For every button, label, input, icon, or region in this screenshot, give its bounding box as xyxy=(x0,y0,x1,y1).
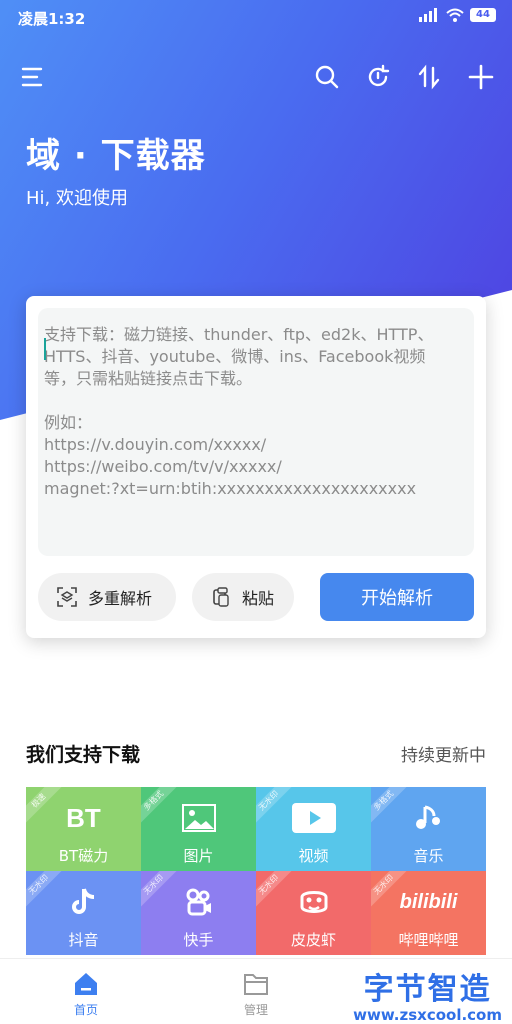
tile-label: 哔哩哔哩 xyxy=(398,931,459,949)
app-title: 域 · 下载器 xyxy=(26,136,206,176)
tile-bilibili[interactable]: 无水印 bilibili 哔哩哔哩 xyxy=(371,871,486,955)
search-icon[interactable] xyxy=(310,60,344,94)
sort-icon[interactable] xyxy=(412,60,446,94)
multi-parse-label: 多重解析 xyxy=(88,589,153,608)
placeholder-line: magnet:?xt=urn:btih:xxxxxxxxxxxxxxxxxxxx… xyxy=(44,479,417,498)
tab-manage[interactable]: 管理 xyxy=(206,969,306,1018)
scan-layers-icon xyxy=(56,586,78,608)
text-caret xyxy=(44,338,46,360)
video-icon xyxy=(256,801,371,835)
tile-image[interactable]: 多格式 图片 xyxy=(141,787,256,871)
paste-label: 粘贴 xyxy=(242,589,275,608)
tile-label: 视频 xyxy=(298,847,329,865)
link-input-card: 支持下载：磁力链接、thunder、ftp、ed2k、HTTP、 HTTS、抖音… xyxy=(26,296,486,638)
tile-label: BT磁力 xyxy=(58,847,109,865)
section-note: 持续更新中 xyxy=(401,746,486,766)
bilibili-glyph: bilibili xyxy=(399,890,458,913)
tile-douyin[interactable]: 无水印 抖音 xyxy=(26,871,141,955)
folder-icon xyxy=(206,969,306,999)
bt-icon: BT xyxy=(26,801,141,835)
music-icon xyxy=(371,801,486,835)
app-subtitle: Hi, 欢迎使用 xyxy=(26,188,128,209)
placeholder-line xyxy=(44,390,466,412)
tab-manage-label: 管理 xyxy=(243,1003,268,1017)
tab-home[interactable]: 首页 xyxy=(36,969,136,1018)
multi-parse-button[interactable]: 多重解析 xyxy=(38,573,176,621)
tile-video[interactable]: 无水印 视频 xyxy=(256,787,371,871)
bilibili-icon: bilibili xyxy=(371,885,486,919)
tile-label: 图片 xyxy=(183,847,214,865)
tile-music[interactable]: 多格式 音乐 xyxy=(371,787,486,871)
watermark-url: www.zsxcool.com xyxy=(353,1006,502,1024)
add-icon[interactable] xyxy=(464,60,498,94)
tab-home-label: 首页 xyxy=(73,1003,98,1017)
kuaishou-icon xyxy=(141,885,256,919)
signal-icon xyxy=(419,8,437,22)
status-icons: 44 xyxy=(418,8,496,22)
placeholder-line: 例如： xyxy=(44,413,93,432)
clipboard-icon xyxy=(210,586,232,608)
pipixia-icon xyxy=(256,885,371,919)
paste-button[interactable]: 粘贴 xyxy=(192,573,294,621)
battery-icon: 44 xyxy=(470,8,496,22)
image-icon xyxy=(141,801,256,835)
watermark-text: 字节智造 xyxy=(363,972,492,1007)
menu-icon[interactable] xyxy=(16,60,50,94)
status-time: 凌晨1:32 xyxy=(18,10,86,28)
tile-pipixia[interactable]: 无水印 皮皮虾 xyxy=(256,871,371,955)
tile-label: 快手 xyxy=(183,931,214,949)
watermark: 字节智造 www.zsxcool.com xyxy=(353,964,502,1024)
refresh-icon[interactable] xyxy=(361,60,395,94)
tiktok-icon xyxy=(26,885,141,919)
placeholder-line: 等，只需粘贴链接点击下载。 xyxy=(44,369,253,388)
tile-label: 音乐 xyxy=(413,847,444,865)
status-bar: 凌晨1:32 44 xyxy=(0,0,512,36)
link-input[interactable]: 支持下载：磁力链接、thunder、ftp、ed2k、HTTP、 HTTS、抖音… xyxy=(38,308,474,556)
bt-glyph: BT xyxy=(66,802,101,833)
placeholder-line: 支持下载：磁力链接、thunder、ftp、ed2k、HTTP、 xyxy=(44,325,434,344)
wifi-icon xyxy=(446,8,464,22)
supported-grid: 极速 BT BT磁力 多格式 图片 无水印 视频 多格式 音乐 无水印 抖音 无… xyxy=(26,787,486,957)
tile-bt[interactable]: 极速 BT BT磁力 xyxy=(26,787,141,871)
placeholder-line: https://weibo.com/tv/v/xxxxx/ xyxy=(44,457,282,476)
placeholder-line: https://v.douyin.com/xxxxx/ xyxy=(44,435,267,454)
start-parse-button[interactable]: 开始解析 xyxy=(320,573,474,621)
tile-label: 抖音 xyxy=(68,931,99,949)
section-title: 我们支持下载 xyxy=(26,744,141,766)
top-toolbar xyxy=(0,58,512,98)
placeholder-line: HTTS、抖音、youtube、微博、ins、Facebook视频 xyxy=(44,347,426,366)
home-icon xyxy=(36,969,136,999)
tile-label: 皮皮虾 xyxy=(290,931,336,949)
tile-kuaishou[interactable]: 无水印 快手 xyxy=(141,871,256,955)
